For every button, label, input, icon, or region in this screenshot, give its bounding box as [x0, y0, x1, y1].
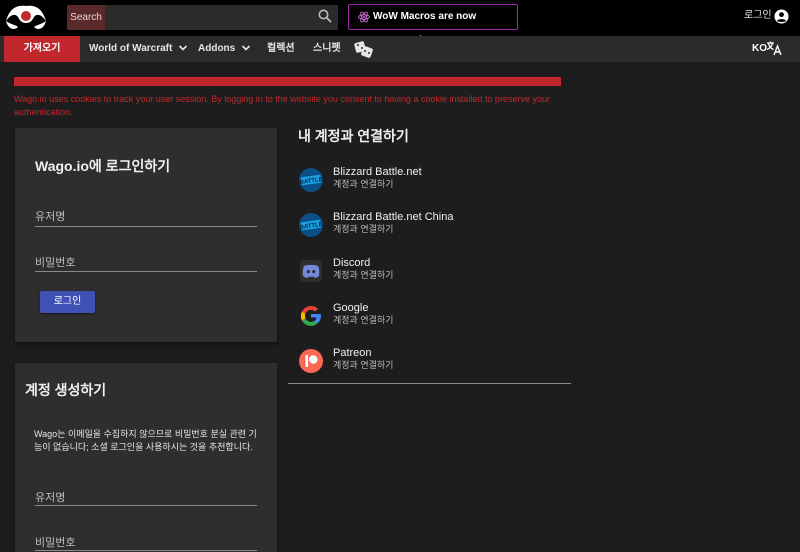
signup-username-placeholder: 유저명 — [35, 492, 66, 504]
search-input[interactable] — [105, 5, 338, 30]
signup-password-field[interactable]: 비밀번호 — [35, 533, 257, 551]
password-placeholder: 비밀번호 — [35, 257, 76, 269]
translate-icon[interactable] — [766, 40, 782, 56]
provider-battlenet-china[interactable]: BATTLE Blizzard Battle.net China 계정과 연결하… — [298, 211, 568, 251]
signup-username-field[interactable]: 유저명 — [35, 488, 257, 506]
provider-discord[interactable]: Discord 계정과 연결하기 — [298, 257, 568, 297]
macro-announcement[interactable]: WoW Macros are now supported! — [348, 4, 518, 46]
battlenet-icon: BATTLE — [299, 213, 323, 237]
chevron-down-icon — [179, 45, 188, 51]
search-label: Search — [67, 5, 105, 30]
provider-google[interactable]: Google 계정과 연결하기 — [298, 302, 568, 342]
main-nav: 가져오기 World of Warcraft Addons 컬렉션 스니펫 — [0, 36, 800, 62]
cookie-alert-bar — [14, 77, 561, 86]
random-dice-icon[interactable] — [353, 39, 375, 59]
account-icon[interactable] — [774, 9, 789, 24]
signup-password-placeholder: 비밀번호 — [35, 537, 76, 549]
provider-battlenet[interactable]: BATTLE Blizzard Battle.net 계정과 연결하기 — [298, 166, 568, 206]
connect-title: 내 계정과 연결하기 — [298, 128, 409, 144]
language-code[interactable]: KO — [752, 42, 767, 56]
connect-divider — [288, 383, 571, 384]
search-icon[interactable] — [318, 9, 332, 23]
nav-world-of-warcraft[interactable]: World of Warcraft — [89, 36, 188, 62]
login-link[interactable]: 로그인 — [744, 8, 772, 24]
nav-import[interactable]: 가져오기 — [4, 36, 80, 62]
provider-patreon[interactable]: Patreon 계정과 연결하기 — [298, 347, 568, 387]
login-title: Wago.io에 로그인하기 — [35, 158, 171, 174]
discord-icon — [300, 260, 322, 282]
top-bar: Search WoW Macros are now supported! 로그인 — [0, 0, 800, 46]
provider-action: 계정과 연결하기 — [333, 270, 394, 280]
nav-addons[interactable]: Addons — [198, 36, 251, 62]
password-field[interactable]: 비밀번호 — [35, 253, 257, 272]
chevron-down-icon — [241, 45, 251, 51]
nav-snippets[interactable]: 스니펫 — [313, 36, 341, 62]
provider-action: 계정과 연결하기 — [333, 315, 394, 325]
login-button[interactable]: 로그인 — [40, 291, 95, 313]
cookie-notice: Wago.io uses cookies to track your user … — [14, 94, 550, 117]
atom-icon — [358, 11, 370, 23]
username-field[interactable]: 유저명 — [35, 207, 257, 227]
battlenet-icon: BATTLE — [299, 168, 323, 192]
signup-description: Wago는 이메일을 수집하지 않으므로 비밀번호 분실 관련 기능이 없습니다… — [34, 429, 257, 452]
provider-action: 계정과 연결하기 — [333, 224, 394, 234]
signup-title: 계정 생성하기 — [25, 382, 107, 398]
nav-wow-label: World of Warcraft — [89, 43, 173, 54]
nav-addons-label: Addons — [198, 43, 236, 54]
provider-action: 계정과 연결하기 — [333, 179, 394, 189]
nav-collections[interactable]: 컬렉션 — [267, 36, 295, 62]
provider-action: 계정과 연결하기 — [333, 360, 394, 370]
search-box[interactable]: Search — [67, 5, 338, 30]
wago-logo[interactable] — [4, 3, 48, 33]
patreon-icon — [299, 349, 323, 373]
username-placeholder: 유저명 — [35, 211, 66, 223]
google-icon — [300, 305, 321, 326]
